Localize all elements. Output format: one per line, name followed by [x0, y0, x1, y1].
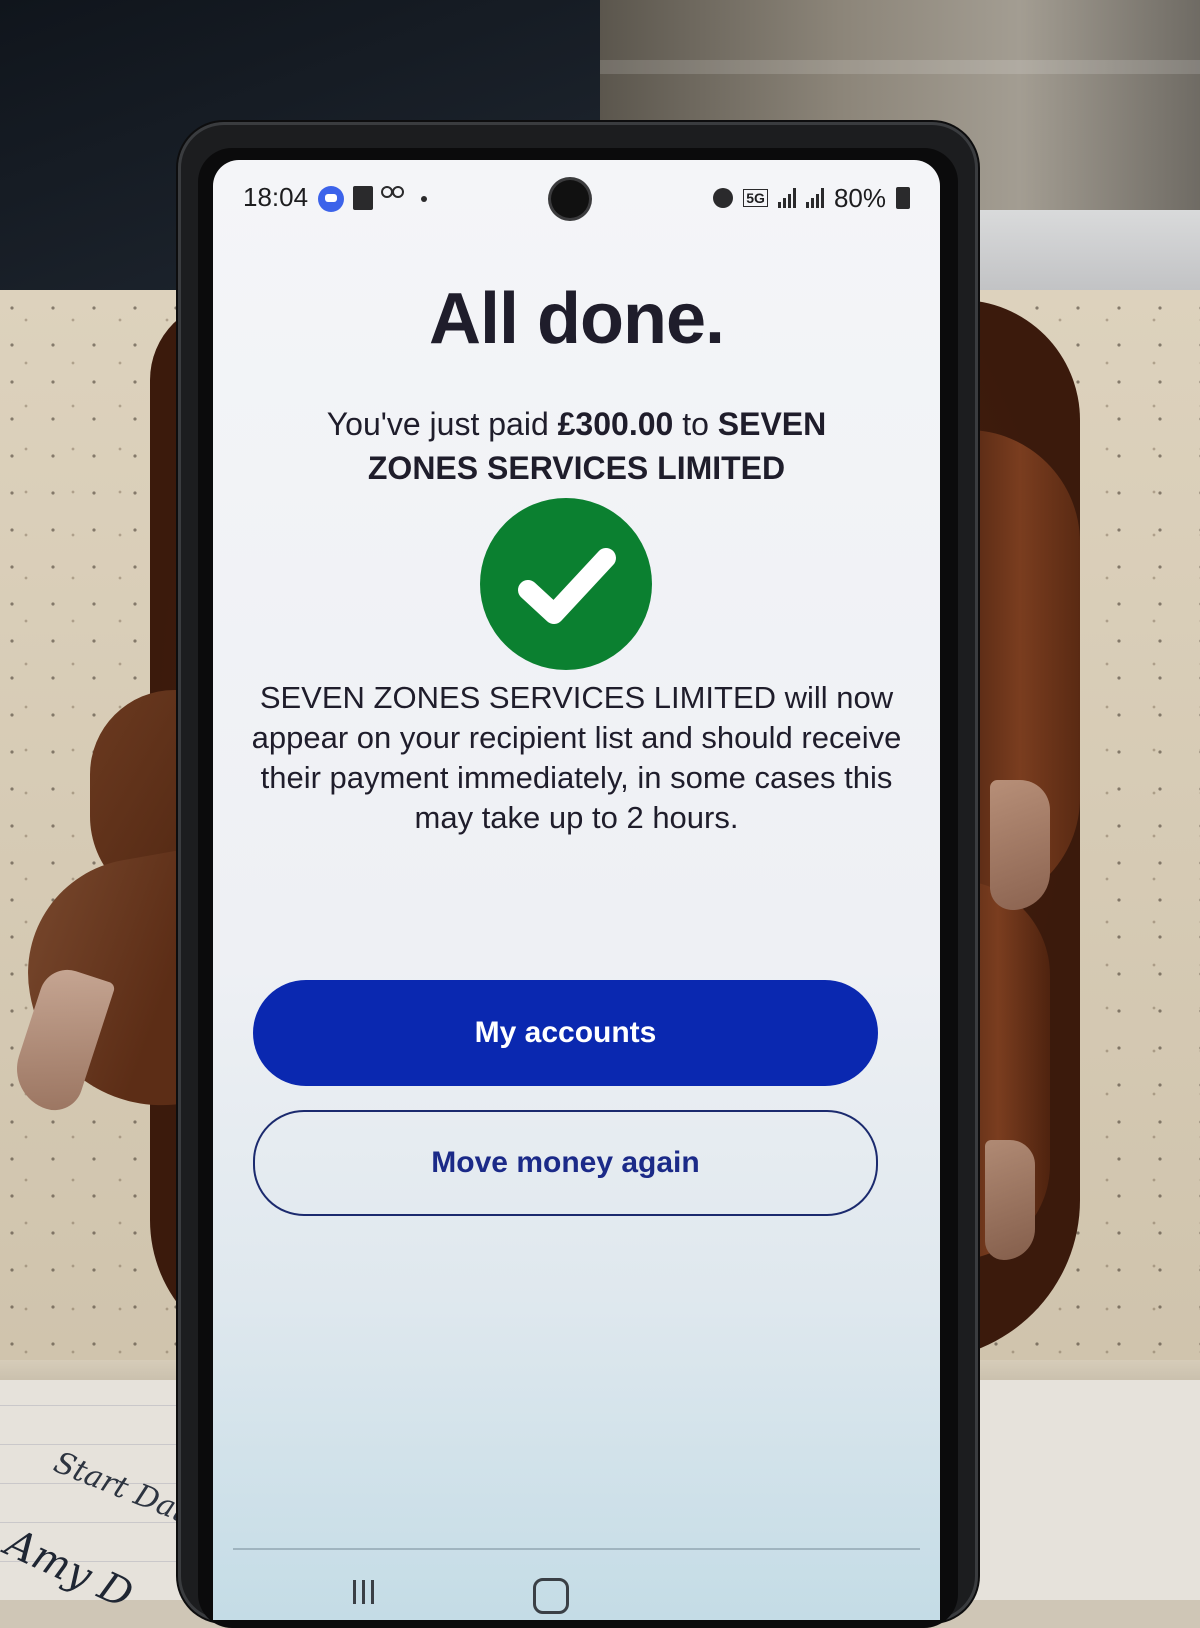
- battery-percent: 80%: [833, 182, 886, 213]
- finger-nail: [985, 1140, 1035, 1260]
- network-type: 5G: [743, 189, 768, 207]
- recipient-info-text: SEVEN ZONES SERVICES LIMITED will now ap…: [251, 680, 902, 835]
- front-camera: [551, 180, 589, 218]
- battery-icon: [896, 187, 910, 209]
- alarm-icon: [713, 188, 734, 208]
- voicemail-icon: [381, 184, 405, 210]
- nav-divider: [233, 1548, 920, 1550]
- paid-mid: to: [673, 406, 718, 442]
- status-right-group: 5G 80%: [713, 182, 910, 214]
- messages-icon: [318, 186, 344, 212]
- status-time: 18:04: [243, 182, 309, 212]
- notification-dot: [421, 196, 427, 202]
- payment-summary: You've just paid £300.00 to SEVEN ZONES …: [273, 402, 880, 490]
- move-money-again-button[interactable]: Move money again: [253, 1110, 878, 1216]
- status-bar: 18:04 5G 80%: [213, 160, 940, 240]
- page-title: All done.: [429, 279, 725, 359]
- recents-nav-button[interactable]: [353, 1580, 383, 1604]
- paid-prefix: You've just paid: [326, 406, 558, 442]
- phone-screen: 18:04 5G 80% All done. You've just paid …: [213, 160, 940, 1620]
- home-nav-button[interactable]: [533, 1578, 569, 1614]
- signal-icon: [805, 188, 824, 208]
- background-window: [980, 210, 1200, 290]
- signal-icon: [777, 188, 796, 208]
- pdf-icon: [353, 186, 373, 210]
- my-accounts-button[interactable]: My accounts: [253, 980, 878, 1086]
- checkmark-icon: [480, 498, 652, 670]
- finger-nail: [990, 780, 1050, 910]
- paid-amount: £300.00: [557, 406, 674, 442]
